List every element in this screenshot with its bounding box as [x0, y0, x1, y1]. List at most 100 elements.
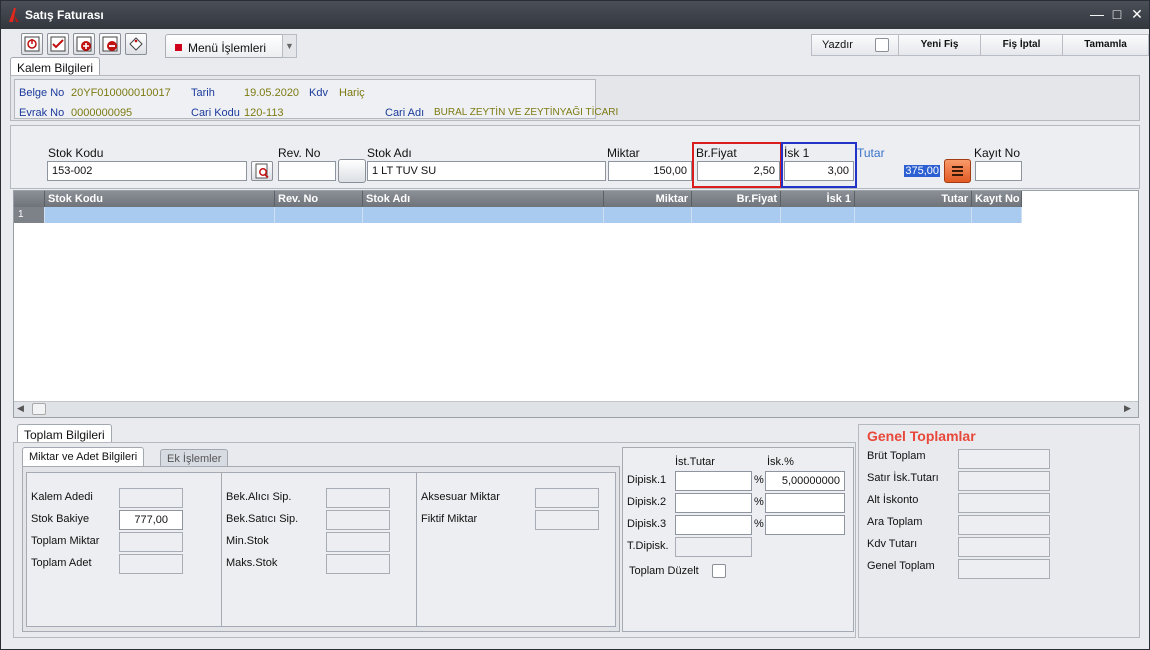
genel-toplam-field: [958, 559, 1050, 579]
min-stok-field: [326, 532, 390, 552]
toplam-duzelt-checkbox[interactable]: [712, 564, 726, 578]
dipisk2-amount[interactable]: [675, 493, 752, 513]
title-bar: Satış Faturası — □ ✕: [1, 1, 1149, 29]
tab-kalem-bilgileri[interactable]: Kalem Bilgileri: [10, 57, 101, 75]
table-row[interactable]: 1: [14, 207, 1022, 223]
cell-miktar[interactable]: [604, 207, 692, 223]
fiktif-label: Fiktif Miktar: [421, 513, 478, 525]
rev-no-input[interactable]: [278, 161, 336, 181]
stock-search-button[interactable]: [251, 161, 273, 181]
menu-operations-tab[interactable]: Menü İşlemleri: [165, 34, 285, 58]
alt-iskonto-label: Alt İskonto: [867, 494, 919, 506]
tab-miktar-adet[interactable]: Miktar ve Adet Bilgileri: [22, 447, 145, 466]
ara-toplam-label: Ara Toplam: [867, 516, 923, 528]
sales-invoice-window: Satış Faturası — □ ✕ Menü İşlemleri ▼ Ya…: [0, 0, 1150, 650]
stok-bakiye-field: 777,00: [119, 510, 183, 530]
grid-col-rev-no[interactable]: Rev. No: [275, 191, 363, 207]
cell-stok-kodu[interactable]: [45, 207, 275, 223]
horizontal-scrollbar[interactable]: ◀ ▶: [14, 401, 1138, 417]
totals-info-panel: Miktar ve Adet Bilgileri Ek İşlemler Kal…: [13, 442, 856, 638]
isk-pct-label: İsk.%: [767, 456, 794, 468]
kdv-value: Hariç: [339, 87, 365, 99]
grid-col-tutar[interactable]: Tutar: [855, 191, 972, 207]
cell-rev-no[interactable]: [275, 207, 363, 223]
cell-tutar[interactable]: [855, 207, 972, 223]
ist-tutar-label: İst.Tutar: [675, 456, 715, 468]
dipisk2-pct-input[interactable]: [765, 493, 845, 513]
document-info-box: Belge No 20YF010000010017 Tarih 19.05.20…: [14, 79, 618, 119]
cell-stok-adi[interactable]: [363, 207, 604, 223]
discount-section: İst.Tutar İsk.% Dipisk.1 % 5,00000000 Di…: [622, 447, 854, 632]
grid-col-kayit-no[interactable]: Kayıt No: [972, 191, 1022, 207]
cancel-receipt-button[interactable]: Fiş İptal: [980, 35, 1062, 55]
brut-toplam-field: [958, 449, 1050, 469]
rev-lookup-button[interactable]: [338, 159, 366, 183]
kayit-no-input[interactable]: [975, 161, 1022, 181]
scroll-right-icon[interactable]: ▶: [1124, 403, 1131, 414]
dipisk1-pct-input[interactable]: 5,00000000: [765, 471, 845, 491]
menu-operations-label: Menü İşlemleri: [188, 41, 267, 55]
toplam-adet-field: [119, 554, 183, 574]
approve-button[interactable]: [47, 33, 69, 55]
tab-ek-islemler[interactable]: Ek İşlemler: [160, 449, 229, 466]
new-receipt-button[interactable]: Yeni Fiş: [898, 35, 980, 55]
maks-stok-label: Maks.Stok: [226, 557, 278, 569]
quantity-col-1: Kalem Adedi Stok Bakiye 777,00 Toplam Mi…: [26, 472, 223, 627]
cell-br-fiyat[interactable]: [692, 207, 781, 223]
stok-adi-input[interactable]: 1 LT TUV SU: [367, 161, 606, 181]
bek-satici-field: [326, 510, 390, 530]
tag-icon: [129, 37, 143, 51]
kdv-tutari-field: [958, 537, 1050, 557]
cari-kodu-value: 120-113: [244, 107, 284, 119]
menu-dropdown-button[interactable]: ▼: [282, 34, 297, 58]
close-icon[interactable]: ✕: [1129, 6, 1145, 22]
tutar-value: 375,00: [904, 165, 940, 177]
tab-toplam-bilgileri[interactable]: Toplam Bilgileri: [17, 424, 112, 443]
isk1-label: İsk 1: [784, 146, 810, 160]
toplam-miktar-field: [119, 532, 183, 552]
add-row-button[interactable]: [73, 33, 95, 55]
remove-row-button[interactable]: [99, 33, 121, 55]
dipisk1-amount[interactable]: [675, 471, 752, 491]
dipisk3-pct-input[interactable]: [765, 515, 845, 535]
tag-button[interactable]: [125, 33, 147, 55]
grid-header-indicator: [14, 191, 45, 207]
power-button[interactable]: [21, 33, 43, 55]
cell-kayit-no[interactable]: [972, 207, 1022, 223]
tutar-field[interactable]: 375,00: [857, 161, 943, 181]
list-menu-icon: [952, 166, 963, 176]
row-number: 1: [14, 207, 45, 223]
kdv-label: Kdv: [309, 87, 328, 99]
grid-col-isk1[interactable]: İsk 1: [781, 191, 855, 207]
br-fiyat-label: Br.Fiyat: [696, 146, 737, 160]
grid-header: Stok Kodu Rev. No Stok Adı Miktar Br.Fiy…: [14, 191, 1022, 207]
print-checkbox[interactable]: [875, 38, 889, 52]
stok-kodu-label: Stok Kodu: [48, 146, 104, 160]
br-fiyat-input[interactable]: 2,50: [697, 161, 780, 181]
belge-no-value: 20YF010000010017: [71, 87, 171, 99]
scroll-thumb[interactable]: [32, 403, 46, 415]
toplam-adet-label: Toplam Adet: [31, 557, 92, 569]
miktar-input[interactable]: 150,00: [608, 161, 692, 181]
minimize-icon[interactable]: —: [1089, 6, 1105, 22]
grid-col-br-fiyat[interactable]: Br.Fiyat: [692, 191, 781, 207]
power-icon: [24, 36, 40, 52]
maximize-icon[interactable]: □: [1109, 6, 1125, 22]
grid-col-miktar[interactable]: Miktar: [604, 191, 692, 207]
cell-isk1[interactable]: [781, 207, 855, 223]
isk1-input[interactable]: 3,00: [784, 161, 854, 181]
belge-no-label: Belge No: [19, 87, 65, 99]
calculator-button[interactable]: [944, 159, 971, 183]
scroll-left-icon[interactable]: ◀: [17, 403, 24, 414]
add-icon: [76, 36, 92, 52]
bek-satici-label: Bek.Satıcı Sip.: [226, 513, 299, 525]
min-stok-label: Min.Stok: [226, 535, 269, 547]
complete-button[interactable]: Tamamla: [1062, 35, 1148, 55]
stok-adi-label: Stok Adı: [367, 146, 412, 160]
general-totals-panel: Genel Toplamlar Brüt Toplam Satır İsk.Tu…: [858, 424, 1140, 638]
grid-col-stok-adi[interactable]: Stok Adı: [363, 191, 604, 207]
stok-kodu-input[interactable]: 153-002: [47, 161, 247, 181]
grid-col-stok-kodu[interactable]: Stok Kodu: [45, 191, 275, 207]
dipisk3-amount[interactable]: [675, 515, 752, 535]
items-grid[interactable]: Stok Kodu Rev. No Stok Adı Miktar Br.Fiy…: [13, 190, 1139, 418]
